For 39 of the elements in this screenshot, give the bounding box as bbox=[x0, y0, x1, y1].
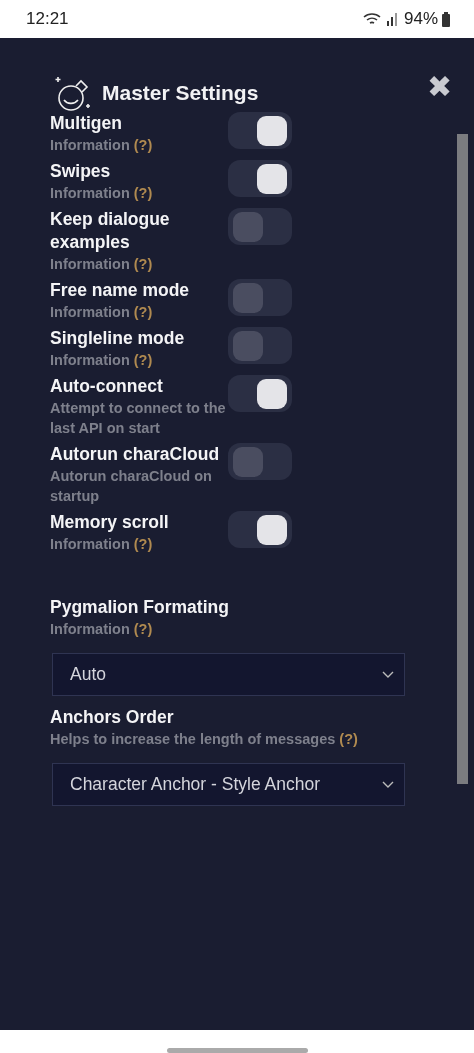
toggle-switch[interactable] bbox=[228, 443, 292, 480]
toggle-switch[interactable] bbox=[228, 511, 292, 548]
toggle-switch[interactable] bbox=[228, 112, 292, 149]
info-text: Information (?) bbox=[50, 255, 154, 274]
chevron-down-icon bbox=[382, 780, 394, 789]
dropdown-select[interactable]: Character Anchor - Style Anchor bbox=[52, 763, 405, 806]
info-text: Information (?) bbox=[50, 303, 154, 322]
toggle-switch[interactable] bbox=[228, 160, 292, 197]
battery-percent: 94% bbox=[403, 9, 438, 29]
wifi-signal-icon bbox=[361, 11, 400, 27]
info-text: Information (?) bbox=[50, 620, 154, 639]
status-time: 12:21 bbox=[26, 9, 69, 29]
info-text: Attempt to connect to the last API on start bbox=[50, 399, 226, 438]
close-button[interactable]: ✖ bbox=[427, 72, 452, 102]
setting-label: Swipes bbox=[50, 160, 112, 183]
toggle-switch[interactable] bbox=[228, 375, 292, 412]
info-text: Information (?) bbox=[50, 136, 154, 155]
dropdown-select[interactable]: Auto bbox=[52, 653, 405, 696]
toggle-switch[interactable] bbox=[228, 279, 292, 316]
setting-label: Autorun charaCloud bbox=[50, 443, 221, 466]
setting-label: Keep dialogue examples bbox=[50, 208, 171, 254]
toggle-switch[interactable] bbox=[228, 327, 292, 364]
info-text: Information (?) bbox=[50, 351, 154, 370]
scrollbar[interactable] bbox=[457, 134, 468, 784]
setting-label: Auto-connect bbox=[50, 375, 164, 398]
info-text: Autorun charaCloud on startup bbox=[50, 467, 213, 506]
info-text: Information (?) bbox=[50, 535, 154, 554]
info-text: Information (?) bbox=[50, 184, 154, 203]
setting-label: Memory scroll bbox=[50, 511, 170, 534]
setting-label: Multigen bbox=[50, 112, 123, 135]
setting-label: Anchors Order bbox=[50, 706, 175, 729]
chevron-down-icon bbox=[382, 670, 394, 679]
dialog-title: Master Settings bbox=[102, 81, 259, 105]
info-text: Helps to increase the length of messages (?) bbox=[50, 730, 359, 749]
setting-label: Free name mode bbox=[50, 279, 191, 302]
battery-icon bbox=[442, 11, 450, 27]
setting-label: Singleline mode bbox=[50, 327, 186, 350]
toggle-switch[interactable] bbox=[228, 208, 292, 245]
setting-label: Pygmalion Formating bbox=[50, 596, 230, 619]
